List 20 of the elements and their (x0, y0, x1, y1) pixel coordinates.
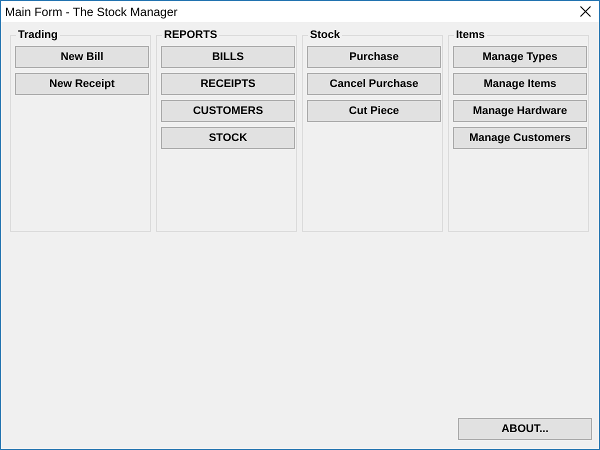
form-button[interactable]: STOCK (161, 127, 295, 149)
form-button[interactable]: Purchase (307, 46, 441, 68)
form-button[interactable]: Manage Customers (453, 127, 587, 149)
window-title: Main Form - The Stock Manager (5, 4, 178, 18)
group-title: Items (454, 29, 487, 41)
form-button[interactable]: Cancel Purchase (307, 73, 441, 95)
form-button[interactable]: Manage Hardware (453, 100, 587, 122)
close-icon[interactable] (580, 6, 591, 17)
group-title: REPORTS (162, 29, 220, 41)
about-button[interactable]: ABOUT... (458, 418, 592, 440)
form-button[interactable]: Cut Piece (307, 100, 441, 122)
form-button[interactable]: Manage Types (453, 46, 587, 68)
form-button[interactable]: New Receipt (15, 73, 149, 95)
form-button[interactable]: CUSTOMERS (161, 100, 295, 122)
form-button[interactable]: New Bill (15, 46, 149, 68)
form-button[interactable]: Manage Items (453, 73, 587, 95)
form-button[interactable]: RECEIPTS (161, 73, 295, 95)
group-title: Trading (16, 29, 60, 41)
group-title: Stock (308, 29, 342, 41)
form-button[interactable]: BILLS (161, 46, 295, 68)
